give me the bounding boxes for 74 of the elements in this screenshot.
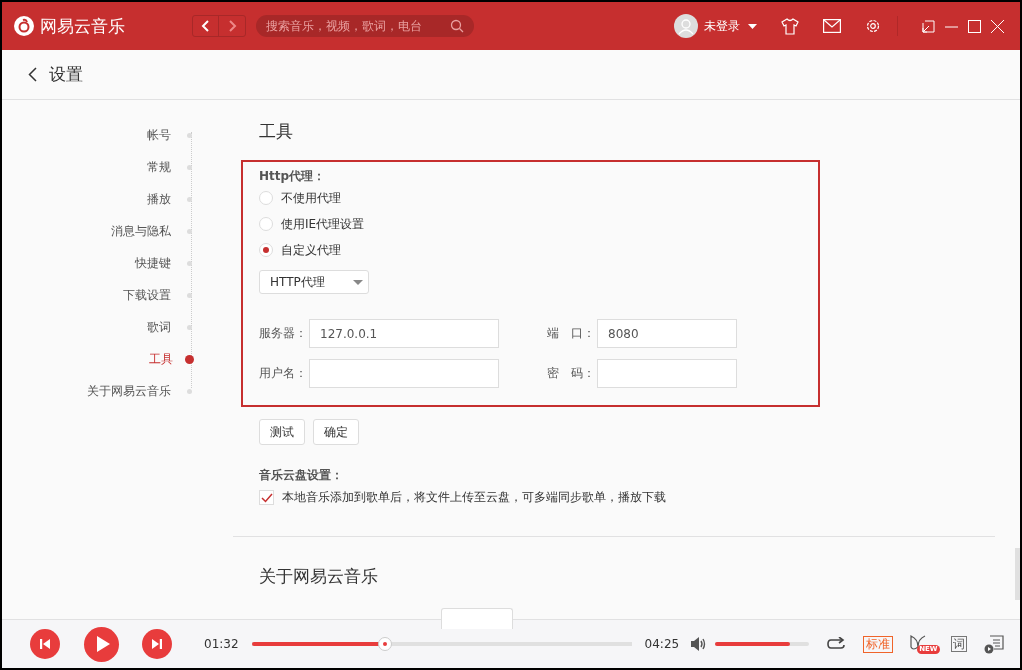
lyrics-button[interactable]: 词 bbox=[951, 636, 968, 652]
checkbox-label[interactable]: 本地音乐添加到歌单后，将文件上传至云盘，可多端同步歌单，播放下载 bbox=[282, 489, 666, 506]
proxy-label: Http代理： bbox=[259, 168, 327, 185]
settings-nav-item[interactable]: 工具 bbox=[149, 350, 173, 368]
cloud-settings-label: 音乐云盘设置： bbox=[259, 467, 344, 484]
elapsed-time: 01:32 bbox=[204, 637, 239, 651]
radio-label[interactable]: 不使用代理 bbox=[281, 189, 341, 207]
radio-label[interactable]: 使用IE代理设置 bbox=[281, 215, 365, 233]
mail-icon[interactable] bbox=[823, 19, 841, 33]
play-button[interactable] bbox=[84, 626, 119, 662]
radio-button[interactable] bbox=[259, 191, 273, 205]
timeline-dot bbox=[187, 132, 192, 138]
logo-icon bbox=[14, 16, 34, 36]
search-icon bbox=[450, 19, 464, 33]
timeline-dot bbox=[187, 292, 192, 298]
settings-nav-item[interactable]: 歌词 bbox=[147, 318, 171, 336]
timeline-dot bbox=[187, 260, 192, 266]
timeline-dot bbox=[185, 354, 194, 364]
play-icon bbox=[96, 636, 110, 652]
input-field[interactable] bbox=[309, 359, 499, 388]
page-title: 设置 bbox=[49, 63, 83, 86]
volume-track[interactable] bbox=[715, 642, 810, 646]
scrollbar-thumb[interactable] bbox=[1015, 548, 1020, 600]
input-field[interactable]: 127.0.0.1 bbox=[309, 319, 499, 348]
timeline-dot bbox=[187, 388, 192, 394]
radio-label[interactable]: 自定义代理 bbox=[281, 241, 341, 259]
avatar-icon[interactable] bbox=[674, 14, 698, 38]
close-icon[interactable] bbox=[991, 19, 1004, 33]
timeline-dot bbox=[187, 164, 192, 170]
mini-mode-icon[interactable] bbox=[922, 19, 935, 33]
app-name: 网易云音乐 bbox=[40, 14, 125, 38]
chevron-right-icon bbox=[227, 20, 237, 32]
timeline-dot bbox=[187, 196, 192, 202]
timeline-dot bbox=[187, 228, 192, 234]
proxy-type-dropdown[interactable]: HTTP代理 bbox=[259, 270, 369, 294]
timeline-dot bbox=[187, 324, 192, 330]
field-label: 服务器： bbox=[259, 325, 307, 342]
input-field[interactable] bbox=[597, 359, 737, 388]
chevron-left-icon bbox=[200, 20, 211, 32]
next-button[interactable] bbox=[142, 629, 172, 659]
maximize-icon[interactable] bbox=[968, 19, 981, 33]
progress-thumb[interactable] bbox=[377, 637, 392, 651]
radio-button[interactable] bbox=[259, 217, 273, 231]
section-title: 关于网易云音乐 bbox=[259, 565, 379, 588]
field-label: 密 码： bbox=[547, 365, 595, 382]
user-name[interactable]: 未登录 bbox=[704, 17, 740, 35]
caret-icon[interactable] bbox=[748, 23, 757, 29]
skip-forward-icon bbox=[152, 639, 162, 649]
radio-button[interactable] bbox=[259, 243, 273, 257]
shirt-icon[interactable] bbox=[781, 17, 799, 35]
repeat-icon[interactable] bbox=[827, 637, 847, 651]
back-icon[interactable] bbox=[28, 67, 37, 82]
search-field[interactable]: 搜索音乐，视频，歌词，电台 bbox=[256, 15, 474, 37]
checkbox[interactable] bbox=[259, 490, 274, 505]
action-button[interactable]: 测试 bbox=[259, 419, 305, 445]
action-button[interactable]: 确定 bbox=[313, 419, 359, 445]
settings-nav-item[interactable]: 关于网易云音乐 bbox=[87, 382, 171, 400]
settings-nav-item[interactable]: 下载设置 bbox=[123, 286, 171, 304]
previous-button[interactable] bbox=[30, 629, 60, 659]
settings-nav-item[interactable]: 帐号 bbox=[147, 126, 171, 144]
settings-nav-item[interactable]: 快捷键 bbox=[135, 254, 171, 272]
settings-nav-item[interactable]: 消息与隐私 bbox=[111, 222, 171, 240]
skip-back-icon bbox=[40, 639, 50, 649]
section-title: 工具 bbox=[259, 120, 294, 143]
field-label: 用户名： bbox=[259, 365, 307, 382]
field-label: 端 口： bbox=[547, 325, 595, 342]
caret-icon bbox=[353, 279, 363, 285]
settings-nav-item[interactable]: 播放 bbox=[147, 190, 171, 208]
total-time: 04:25 bbox=[644, 637, 680, 651]
settings-nav-item[interactable]: 常规 bbox=[147, 158, 171, 176]
playlist-icon[interactable] bbox=[984, 634, 1005, 654]
settings-icon[interactable] bbox=[865, 18, 881, 34]
volume-icon[interactable] bbox=[691, 637, 708, 651]
input-field[interactable]: 8080 bbox=[597, 319, 737, 348]
